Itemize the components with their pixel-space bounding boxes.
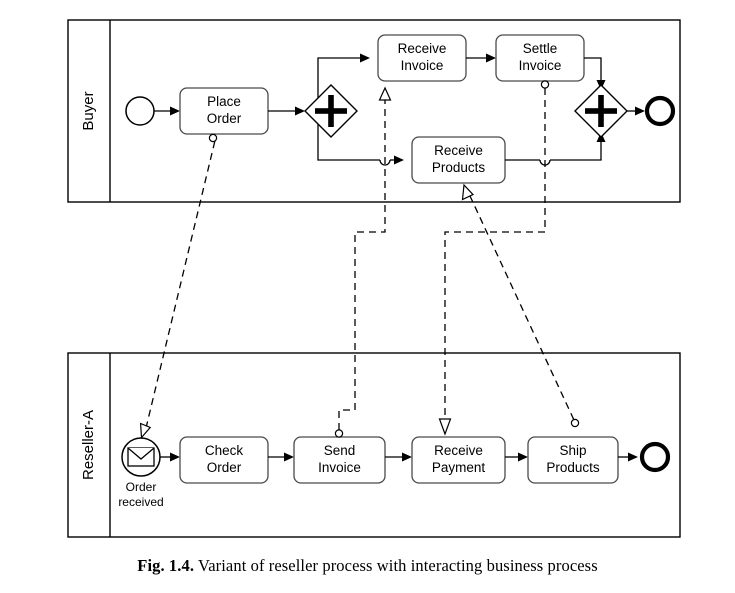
task-receive-invoice[interactable]: Receive Invoice (377, 34, 467, 82)
figure-caption-text: Variant of reseller process with interac… (198, 556, 598, 575)
envelope-icon (127, 447, 155, 467)
task-receive-invoice-line2: Invoice (401, 58, 444, 73)
task-settle-invoice[interactable]: Settle Invoice (495, 34, 585, 82)
task-receive-payment-line1: Receive (434, 443, 483, 458)
bpmn-canvas: Buyer Place Order Receive Invoice Settle… (67, 19, 681, 538)
task-receive-payment[interactable]: Receive Payment (411, 436, 506, 484)
msg-origin-settle-invoice (540, 80, 550, 89)
task-place-order[interactable]: Place Order (179, 87, 269, 135)
message-start-caption-line1: Order (126, 480, 157, 494)
task-receive-invoice-line1: Receive (398, 41, 447, 56)
task-settle-invoice-line2: Invoice (519, 58, 562, 73)
task-send-invoice-line2: Invoice (318, 460, 361, 475)
task-check-order-line1: Check (205, 443, 244, 458)
task-ship-products-line2: Products (546, 460, 600, 475)
reseller-end-event[interactable] (639, 441, 671, 473)
task-receive-products[interactable]: Receive Products (411, 136, 506, 184)
buyer-end-event[interactable] (644, 95, 676, 127)
task-ship-products[interactable]: Ship Products (527, 436, 619, 484)
figure-caption: Fig. 1.4. Variant of reseller process wi… (0, 556, 735, 576)
pool-reseller-label: Reseller-A (80, 410, 97, 480)
task-ship-products-line1: Ship (559, 443, 586, 458)
msg-origin-send-invoice (334, 429, 344, 438)
task-send-invoice-line1: Send (324, 443, 356, 458)
msg-origin-place-order (208, 133, 218, 143)
task-send-invoice[interactable]: Send Invoice (293, 436, 386, 484)
task-place-order-line2: Order (207, 111, 242, 126)
msg-origin-ship-products (570, 418, 580, 428)
bpmn-diagram: Buyer Place Order Receive Invoice Settle… (0, 0, 735, 593)
pool-buyer-label: Buyer (80, 91, 97, 130)
task-settle-invoice-line1: Settle (523, 41, 558, 56)
task-place-order-line1: Place (207, 94, 241, 109)
task-check-order[interactable]: Check Order (179, 436, 269, 484)
buyer-start-event[interactable] (125, 96, 155, 126)
task-receive-payment-line2: Payment (432, 460, 486, 475)
task-receive-products-line2: Products (432, 160, 486, 175)
message-start-caption-line2: received (118, 495, 163, 509)
figure-caption-number: Fig. 1.4. (137, 556, 195, 575)
task-check-order-line2: Order (207, 460, 242, 475)
task-receive-products-line1: Receive (434, 143, 483, 158)
